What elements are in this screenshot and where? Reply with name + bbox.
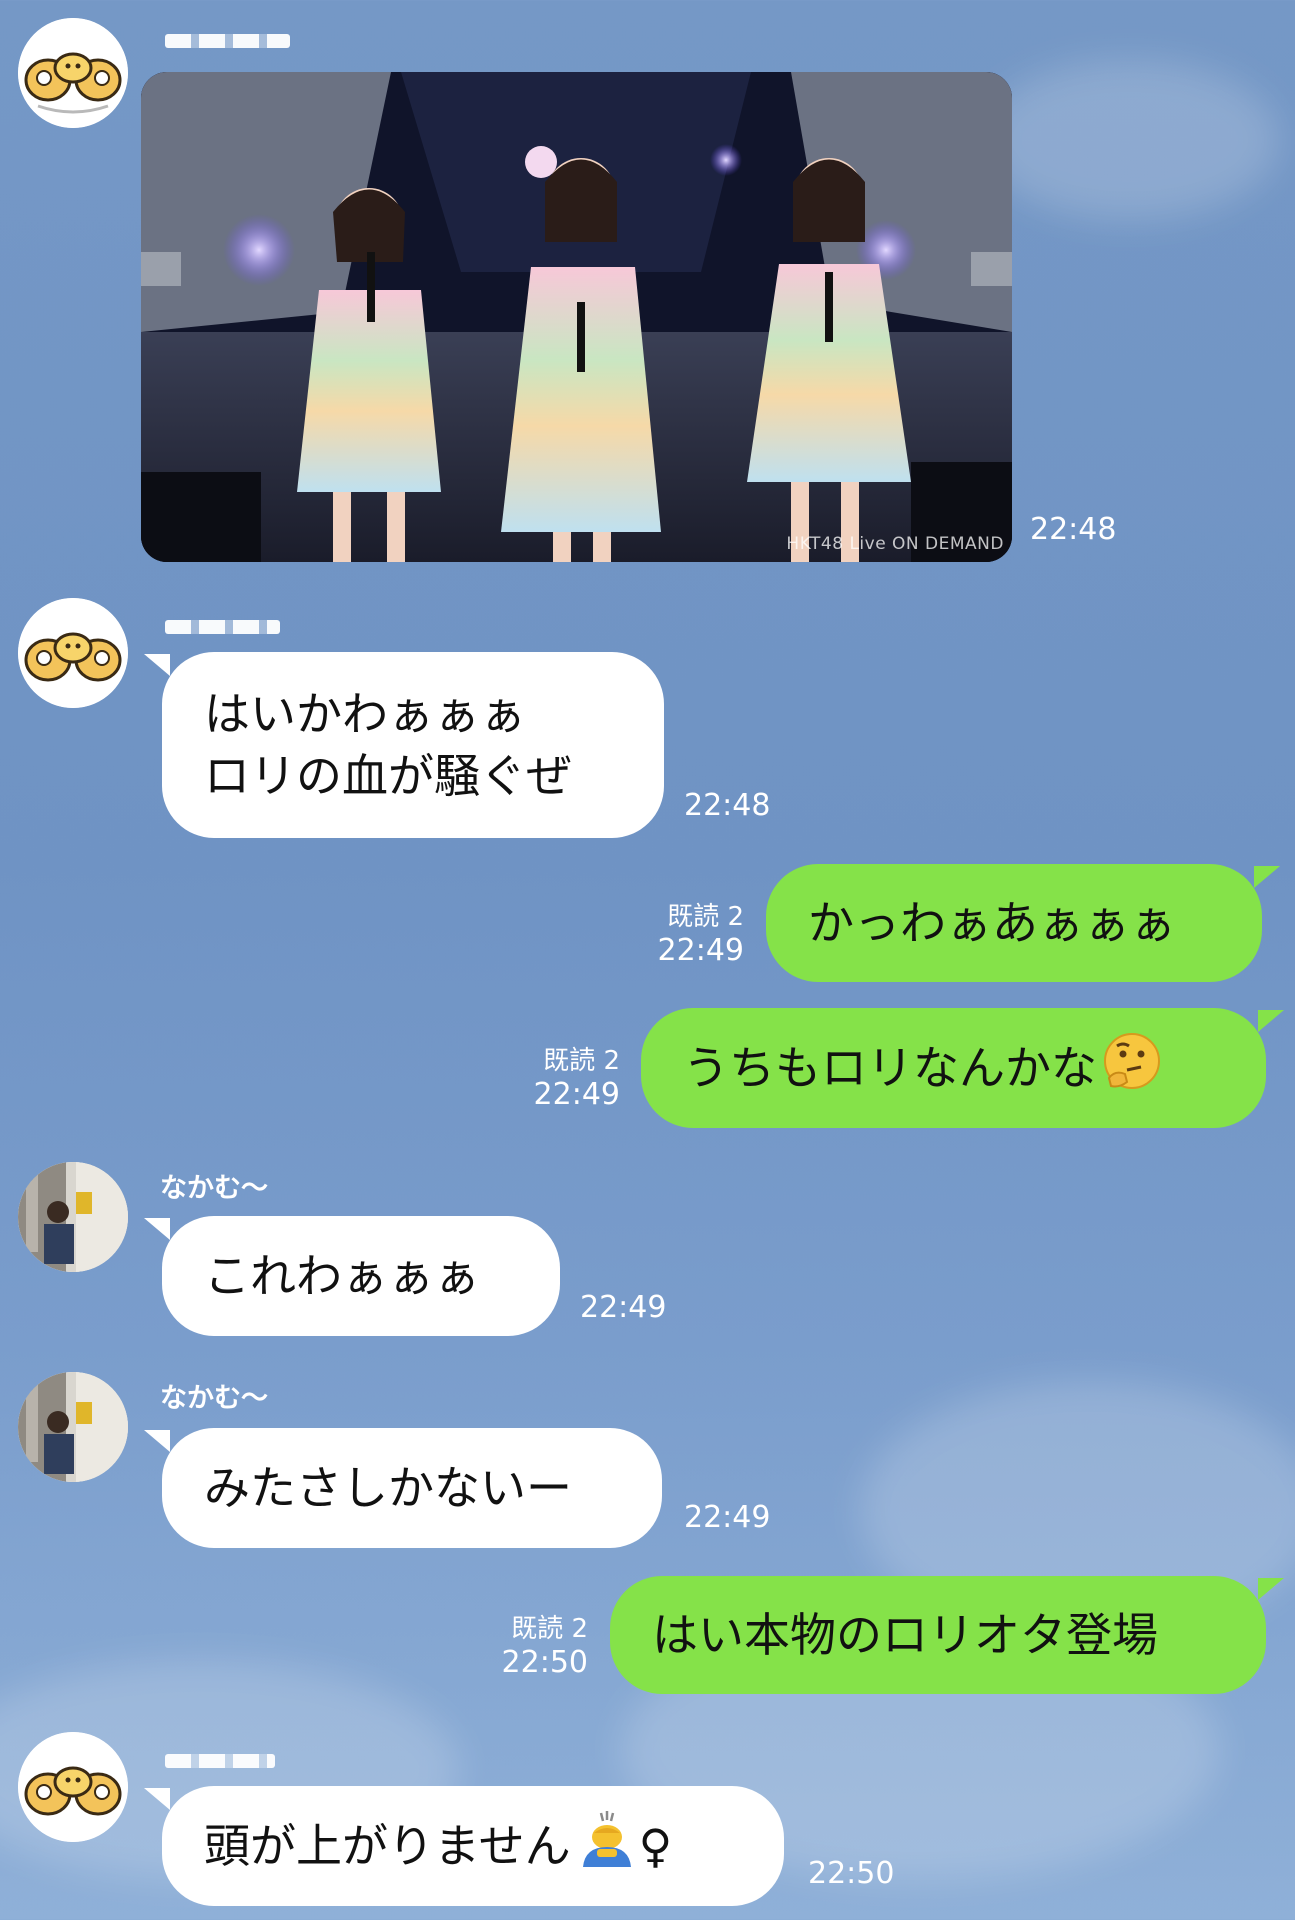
message-time: 22:49 bbox=[533, 1077, 620, 1112]
read-label: 既読 2 bbox=[511, 1614, 588, 1644]
message-time: 22:49 bbox=[684, 1500, 771, 1535]
message-bubble[interactable]: これわぁぁぁ bbox=[162, 1216, 560, 1336]
bubble-tail bbox=[144, 1788, 170, 1810]
sender-name-blurred bbox=[165, 620, 280, 634]
person-photo-icon bbox=[18, 1162, 128, 1272]
sender-name: なかむ〜 bbox=[160, 1383, 268, 1414]
message-time: 22:48 bbox=[684, 788, 771, 823]
avatar-cartoon[interactable] bbox=[18, 1732, 128, 1842]
bubble-tail bbox=[144, 1218, 170, 1240]
message-text: かっわぁあぁぁぁ bbox=[808, 896, 1176, 950]
read-receipt: 既読 2 22:50 bbox=[484, 1608, 588, 1680]
message-text: これわぁぁぁ bbox=[204, 1249, 480, 1303]
background-cloud bbox=[980, 60, 1280, 220]
message-time: 22:48 bbox=[1030, 512, 1117, 547]
sender-name-blurred bbox=[165, 1754, 275, 1768]
avatar-photo[interactable] bbox=[18, 1162, 128, 1272]
female-sign: ♀ bbox=[638, 1819, 673, 1873]
message-bubble[interactable]: うちもロリなんかな bbox=[641, 1008, 1266, 1128]
message-text-line: はいかわぁぁぁ bbox=[204, 687, 526, 741]
read-label: 既読 2 bbox=[667, 902, 744, 932]
photo-watermark: HKT48 Live ON DEMAND bbox=[786, 534, 1004, 554]
read-receipt: 既読 2 22:49 bbox=[640, 896, 744, 968]
message-text: 頭が上がりません bbox=[204, 1819, 571, 1873]
message-text: うちもロリなんかな bbox=[683, 1041, 1097, 1095]
image-message[interactable]: HKT48 Live ON DEMAND bbox=[141, 72, 1012, 562]
sender-name: なかむ〜 bbox=[160, 1173, 268, 1204]
message-bubble[interactable]: みたさしかないー bbox=[162, 1428, 662, 1548]
bubble-tail bbox=[1258, 1010, 1284, 1032]
message-bubble[interactable]: はい本物のロリオタ登場 bbox=[610, 1576, 1266, 1694]
bubble-tail bbox=[1258, 1578, 1284, 1600]
message-time: 22:49 bbox=[657, 933, 744, 968]
sender-name-blurred bbox=[165, 34, 290, 48]
message-time: 22:50 bbox=[501, 1645, 588, 1680]
message-time: 22:50 bbox=[808, 1856, 895, 1891]
bubble-tail bbox=[144, 1430, 170, 1452]
egg-mascot-icon bbox=[18, 598, 128, 708]
avatar-cartoon[interactable] bbox=[18, 18, 128, 128]
read-label: 既読 2 bbox=[543, 1046, 620, 1076]
avatar-cartoon[interactable] bbox=[18, 598, 128, 708]
egg-mascot-icon bbox=[18, 1732, 128, 1842]
person-bowing-icon bbox=[575, 1807, 639, 1886]
stage-photo bbox=[141, 72, 1012, 562]
egg-mascot-icon bbox=[18, 18, 128, 128]
bubble-tail bbox=[1254, 866, 1280, 888]
message-bubble[interactable]: 頭が上がりません ♀ bbox=[162, 1786, 784, 1906]
person-photo-icon bbox=[18, 1372, 128, 1482]
message-text: みたさしかないー bbox=[204, 1461, 572, 1515]
read-receipt: 既読 2 22:49 bbox=[516, 1040, 620, 1112]
thinking-face-icon bbox=[1101, 1030, 1163, 1107]
message-bubble[interactable]: かっわぁあぁぁぁ bbox=[766, 864, 1262, 982]
message-bubble[interactable]: はいかわぁぁぁ ロリの血が騒ぐぜ bbox=[162, 652, 664, 838]
message-text: はい本物のロリオタ登場 bbox=[652, 1608, 1158, 1662]
message-text-line: ロリの血が騒ぐぜ bbox=[204, 749, 572, 803]
bubble-tail bbox=[144, 654, 170, 676]
avatar-photo[interactable] bbox=[18, 1372, 128, 1482]
message-time: 22:49 bbox=[580, 1290, 667, 1325]
